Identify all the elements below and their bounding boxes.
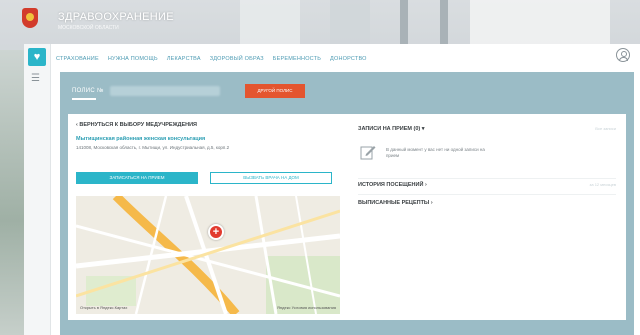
clinic-name[interactable]: Мытищинская районная женская консультаци…: [76, 136, 205, 142]
nav-item-healthy-life[interactable]: ЗДОРОВЫЙ ОБРАЗ: [210, 52, 264, 66]
divider: [358, 194, 616, 195]
side-rail: ♥ ☰: [24, 44, 51, 335]
heart-icon[interactable]: ♥: [28, 48, 46, 66]
records-empty-text: В данный момент у вас нет ни одной запис…: [386, 147, 485, 158]
user-icon[interactable]: [616, 48, 630, 62]
history-period-link[interactable]: за 12 месяцев: [590, 182, 616, 187]
nav-item-pregnancy[interactable]: БЕРЕМЕННОСТЬ: [273, 52, 321, 66]
clinic-map[interactable]: + Открыть в Яндекс.Картах Яндекс Условия…: [76, 196, 340, 314]
map-attribution[interactable]: Открыть в Яндекс.Картах: [80, 305, 127, 310]
other-polis-button[interactable]: ДРУГОЙ ПОЛИС: [245, 84, 305, 98]
map-roads: [76, 196, 340, 314]
polis-tab-underline: [72, 98, 96, 100]
nav-item-medicine[interactable]: ЛЕКАРСТВА: [167, 52, 201, 66]
coat-of-arms-icon[interactable]: [22, 8, 38, 28]
records-title[interactable]: ЗАПИСИ НА ПРИЕМ (0) ▾: [358, 126, 425, 132]
polis-number-blurred: [110, 86, 220, 96]
edit-icon: [360, 146, 376, 160]
brand-title[interactable]: ЗДРАВООХРАНЕНИЕ: [58, 11, 174, 23]
nav-item-insurance[interactable]: СТРАХОВАНИЕ: [56, 52, 99, 66]
polis-tab[interactable]: ПОЛИС №: [72, 88, 104, 94]
divider: [358, 178, 616, 179]
clinic-card: ‹ ВЕРНУТЬСЯ К ВЫБОРУ МЕДУЧРЕЖДЕНИЯ Мытищ…: [68, 114, 626, 320]
history-title[interactable]: ИСТОРИЯ ПОСЕЩЕНИЙ ›: [358, 182, 427, 188]
records-column: ЗАПИСИ НА ПРИЕМ (0) ▾ Все записи В данны…: [358, 114, 620, 320]
nav-item-donation[interactable]: ДОНОРСТВО: [330, 52, 367, 66]
back-to-clinics-link[interactable]: ‹ ВЕРНУТЬСЯ К ВЫБОРУ МЕДУЧРЕЖДЕНИЯ: [76, 122, 197, 128]
site-header: ЗДРАВООХРАНЕНИЕ МОСКОВСКОЙ ОБЛАСТИ: [0, 0, 640, 40]
clinic-column: ‹ ВЕРНУТЬСЯ К ВЫБОРУ МЕДУЧРЕЖДЕНИЯ Мытищ…: [68, 114, 348, 320]
content-area: ПОЛИС № ДРУГОЙ ПОЛИС ‹ ВЕРНУТЬСЯ К ВЫБОР…: [60, 72, 634, 335]
clinic-address: 141008, Московская область, г. Мытищи, у…: [76, 145, 230, 150]
brand-subtitle: МОСКОВСКОЙ ОБЛАСТИ: [58, 25, 119, 31]
recipes-title[interactable]: ВЫПИСАННЫЕ РЕЦЕПТЫ ›: [358, 200, 433, 206]
map-terms[interactable]: Яндекс Условия использования: [277, 305, 336, 310]
sign-up-button[interactable]: ЗАПИСАТЬСЯ НА ПРИЕМ: [76, 172, 198, 184]
menu-icon[interactable]: ☰: [31, 74, 43, 84]
main-nav: СТРАХОВАНИЕ НУЖНА ПОМОЩЬ ЛЕКАРСТВА ЗДОРО…: [56, 52, 367, 66]
background-photo-left: [0, 50, 26, 335]
map-pin-icon[interactable]: +: [208, 224, 224, 240]
call-doctor-button[interactable]: ВЫЗВАТЬ ВРАЧА НА ДОМ: [210, 172, 332, 184]
cross-icon: +: [212, 226, 220, 238]
nav-item-help[interactable]: НУЖНА ПОМОЩЬ: [108, 52, 158, 66]
app-panel: ♥ ☰ СТРАХОВАНИЕ НУЖНА ПОМОЩЬ ЛЕКАРСТВА З…: [24, 44, 640, 335]
records-all-link[interactable]: Все записи: [595, 126, 616, 131]
